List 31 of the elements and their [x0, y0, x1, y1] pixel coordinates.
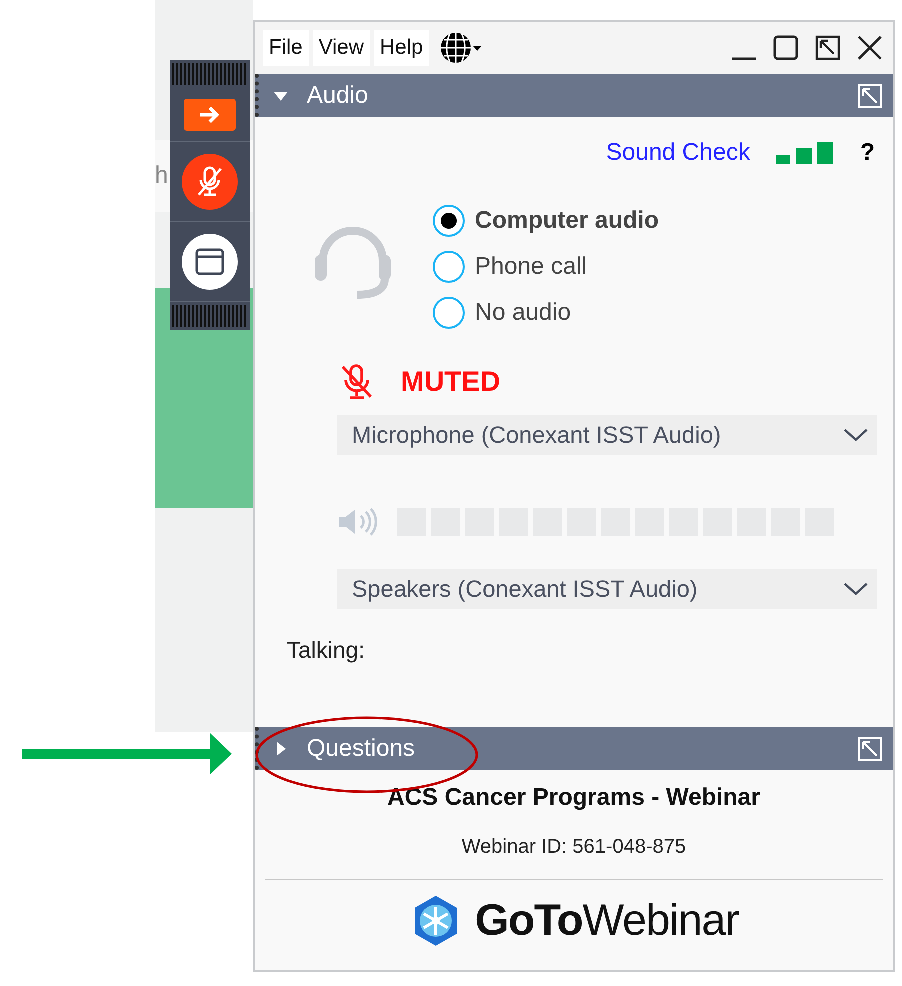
maximize-icon[interactable] [773, 35, 799, 61]
close-icon[interactable] [857, 35, 883, 61]
menu-item[interactable]: View [312, 30, 370, 66]
radio-option[interactable]: Computer audio [433, 205, 659, 237]
muted-mic-icon [339, 363, 375, 401]
speaker-icon [337, 507, 377, 537]
grip-handle[interactable] [172, 63, 248, 85]
menu-item[interactable]: File [263, 30, 309, 66]
muted-mic-icon [195, 164, 225, 198]
signal-bars-icon [776, 142, 834, 164]
radio-option[interactable]: No audio [433, 297, 659, 329]
logo-text: GoToWebinar [475, 896, 739, 946]
microphone-dropdown[interactable]: Microphone (Conexant ISST Audio) [337, 415, 877, 455]
speakers-dropdown[interactable]: Speakers (Conexant ISST Audio) [337, 569, 877, 609]
chevron-down-icon [843, 581, 869, 597]
talking-label: Talking: [287, 637, 366, 664]
grip-handle[interactable] [172, 305, 248, 327]
help-button[interactable]: ? [860, 139, 875, 167]
sound-check-link[interactable]: Sound Check [606, 139, 750, 167]
window-icon [194, 246, 226, 276]
section-header[interactable]: Questions [255, 727, 893, 770]
menu-item[interactable]: Help [374, 30, 430, 66]
popout-icon[interactable] [815, 35, 841, 61]
webinar-id: Webinar ID: 561-048-875 [462, 836, 686, 859]
section-title: Questions [307, 734, 416, 762]
section-header[interactable]: Audio [255, 74, 893, 117]
section-title: Audio [307, 82, 370, 110]
partial-text: h [155, 162, 168, 190]
radio-option[interactable]: Phone call [433, 251, 659, 283]
mute-status: MUTED [401, 366, 501, 398]
chevron-down-icon [843, 427, 869, 443]
